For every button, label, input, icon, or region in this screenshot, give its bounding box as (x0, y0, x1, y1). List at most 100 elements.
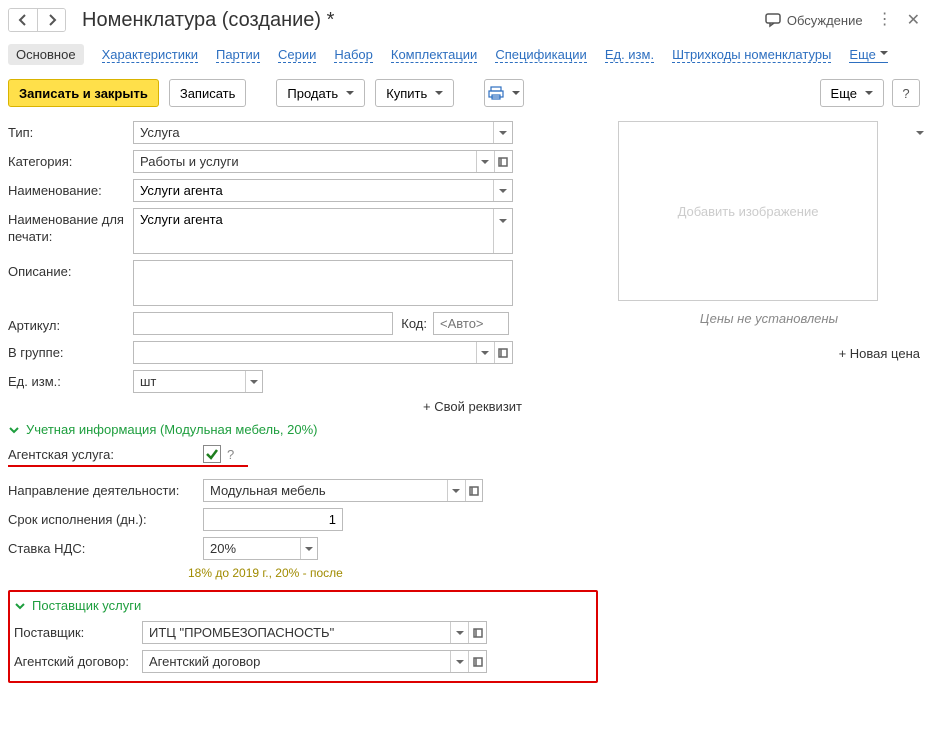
chat-icon (765, 12, 781, 28)
supplier-field[interactable]: ИТЦ "ПРОМБЕЗОПАСНОСТЬ" (142, 621, 487, 644)
back-button[interactable] (9, 9, 37, 31)
unit-field[interactable]: шт (133, 370, 263, 393)
kebab-menu[interactable]: ⋮ (877, 12, 893, 28)
tab-series[interactable]: Серии (278, 47, 316, 63)
unit-dropdown[interactable] (245, 371, 262, 392)
unit-label: Ед. изм.: (8, 370, 133, 389)
vat-value: 20% (204, 538, 300, 559)
activity-field[interactable]: Модульная мебель (203, 479, 483, 502)
new-price-link[interactable]: + Новая цена (618, 346, 920, 361)
sell-button[interactable]: Продать (276, 79, 365, 107)
supplier-open[interactable] (468, 622, 486, 643)
category-open[interactable] (494, 151, 512, 172)
article-input[interactable] (134, 313, 392, 334)
close-button[interactable]: ✕ (907, 10, 920, 30)
contract-dropdown[interactable] (450, 651, 468, 672)
section-supplier-title: Поставщик услуги (32, 598, 141, 613)
print-button[interactable] (484, 79, 524, 107)
tab-barcodes[interactable]: Штрихкоды номенклатуры (672, 47, 831, 63)
image-placeholder[interactable]: Добавить изображение (618, 121, 878, 301)
section-accounting-title: Учетная информация (Модульная мебель, 20… (26, 422, 317, 437)
tab-batches[interactable]: Партии (216, 47, 260, 63)
code-label: Код: (393, 316, 433, 331)
help-button[interactable]: ? (892, 79, 920, 107)
discussion-button[interactable]: Обсуждение (765, 12, 863, 28)
group-label: В группе: (8, 341, 133, 360)
term-label: Срок исполнения (дн.): (8, 512, 203, 527)
descr-field[interactable] (133, 260, 513, 306)
own-requisite-link[interactable]: + Свой реквизит (8, 399, 598, 414)
code-input[interactable] (434, 313, 508, 334)
tab-specs[interactable]: Спецификации (495, 47, 587, 63)
agent-service-help[interactable]: ? (227, 447, 234, 462)
printer-icon (488, 86, 504, 100)
supplier-dropdown[interactable] (450, 622, 468, 643)
tab-bundles[interactable]: Комплектации (391, 47, 477, 63)
name-dropdown[interactable] (493, 180, 512, 201)
print-name-input[interactable]: Услуги агента (134, 209, 493, 253)
window-title: Номенклатура (создание) * (74, 9, 757, 32)
print-name-label: Наименование для печати: (8, 208, 133, 246)
name-field[interactable] (133, 179, 513, 202)
category-value: Работы и услуги (134, 151, 476, 172)
type-label: Тип: (8, 121, 133, 140)
term-field[interactable] (203, 508, 343, 531)
no-prices-label: Цены не установлены (618, 311, 920, 326)
tab-set[interactable]: Набор (334, 47, 373, 63)
more-button[interactable]: Еще (820, 79, 884, 107)
category-dropdown[interactable] (476, 151, 494, 172)
category-label: Категория: (8, 150, 133, 169)
activity-dropdown[interactable] (447, 480, 465, 501)
tab-main[interactable]: Основное (8, 44, 84, 65)
save-close-button[interactable]: Записать и закрыть (8, 79, 159, 107)
group-open[interactable] (494, 342, 512, 363)
group-input[interactable] (134, 342, 476, 363)
add-image-label: Добавить изображение (678, 204, 819, 219)
agent-service-label: Агентская услуга: (8, 447, 203, 462)
section-accounting-toggle[interactable]: Учетная информация (Модульная мебель, 20… (8, 422, 598, 437)
check-icon (205, 447, 219, 461)
code-field[interactable] (433, 312, 509, 335)
type-field[interactable]: Услуга (133, 121, 513, 144)
type-dropdown[interactable] (493, 122, 512, 143)
activity-label: Направление деятельности: (8, 483, 203, 498)
toolbar: Записать и закрыть Записать Продать Купи… (8, 79, 920, 107)
group-dropdown[interactable] (476, 342, 494, 363)
agent-service-checkbox[interactable] (203, 445, 221, 463)
contract-label: Агентский договор: (14, 654, 142, 669)
tab-more[interactable]: Еще (849, 47, 887, 63)
image-settings-button[interactable] (914, 127, 924, 139)
buy-button[interactable]: Купить (375, 79, 454, 107)
print-name-field[interactable]: Услуги агента (133, 208, 513, 254)
vat-field[interactable]: 20% (203, 537, 318, 560)
descr-input[interactable] (134, 261, 512, 305)
section-supplier-toggle[interactable]: Поставщик услуги (14, 598, 590, 613)
chevron-down-icon (14, 600, 26, 612)
activity-open[interactable] (465, 480, 483, 501)
discussion-label: Обсуждение (787, 13, 863, 28)
name-label: Наименование: (8, 179, 133, 198)
supplier-section-highlight: Поставщик услуги Поставщик: ИТЦ "ПРОМБЕЗ… (8, 590, 598, 683)
supplier-value: ИТЦ "ПРОМБЕЗОПАСНОСТЬ" (143, 622, 450, 643)
save-button[interactable]: Записать (169, 79, 247, 107)
vat-label: Ставка НДС: (8, 541, 203, 556)
forward-button[interactable] (37, 9, 65, 31)
article-field[interactable] (133, 312, 393, 335)
tab-characteristics[interactable]: Характеристики (102, 47, 198, 63)
print-name-dropdown[interactable] (493, 209, 512, 253)
unit-value: шт (134, 371, 245, 392)
contract-field[interactable]: Агентский договор (142, 650, 487, 673)
vat-hint: 18% до 2019 г., 20% - после (188, 566, 598, 580)
chevron-down-icon (8, 424, 20, 436)
type-value: Услуга (134, 122, 493, 143)
category-field[interactable]: Работы и услуги (133, 150, 513, 173)
name-input[interactable] (134, 180, 493, 201)
tab-bar: Основное Характеристики Партии Серии Наб… (8, 40, 920, 75)
term-input[interactable] (204, 509, 342, 530)
descr-label: Описание: (8, 260, 133, 279)
vat-dropdown[interactable] (300, 538, 317, 559)
contract-open[interactable] (468, 651, 486, 672)
activity-value: Модульная мебель (204, 480, 447, 501)
group-field[interactable] (133, 341, 513, 364)
tab-units[interactable]: Ед. изм. (605, 47, 654, 63)
